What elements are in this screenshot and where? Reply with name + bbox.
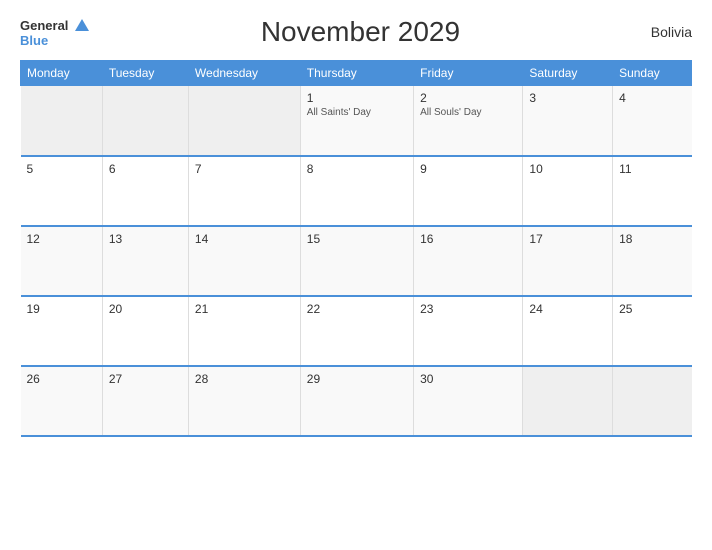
day-number: 13 (109, 232, 182, 246)
table-row: 17 (523, 226, 613, 296)
table-row: 25 (613, 296, 692, 366)
day-number: 8 (307, 162, 407, 176)
day-header-wednesday: Wednesday (188, 61, 300, 86)
day-number: 11 (619, 162, 685, 176)
table-row: 15 (300, 226, 413, 296)
day-number: 9 (420, 162, 516, 176)
week-row-3: 12 13 14 15 16 17 18 (21, 226, 692, 296)
table-row: 9 (414, 156, 523, 226)
table-row: 1 All Saints' Day (300, 86, 413, 156)
day-number: 29 (307, 372, 407, 386)
table-row: 27 (102, 366, 188, 436)
table-row: 22 (300, 296, 413, 366)
day-number: 20 (109, 302, 182, 316)
table-row: 8 (300, 156, 413, 226)
day-number: 3 (529, 91, 606, 105)
table-row: 11 (613, 156, 692, 226)
table-row: 5 (21, 156, 103, 226)
table-row: 18 (613, 226, 692, 296)
logo-blue-text: Blue (20, 34, 89, 47)
day-number: 17 (529, 232, 606, 246)
calendar-title: November 2029 (89, 16, 632, 48)
day-number: 18 (619, 232, 685, 246)
day-number: 26 (27, 372, 96, 386)
table-row: 29 (300, 366, 413, 436)
table-row: 6 (102, 156, 188, 226)
week-row-4: 19 20 21 22 23 24 25 (21, 296, 692, 366)
calendar-header-row: MondayTuesdayWednesdayThursdayFridaySatu… (21, 61, 692, 86)
table-row (523, 366, 613, 436)
day-header-thursday: Thursday (300, 61, 413, 86)
day-number: 14 (195, 232, 294, 246)
table-row: 21 (188, 296, 300, 366)
calendar-table: MondayTuesdayWednesdayThursdayFridaySatu… (20, 60, 692, 437)
table-row: 30 (414, 366, 523, 436)
calendar-body: 1 All Saints' Day 2 All Souls' Day 34 56789 10… (21, 86, 692, 436)
table-row: 26 (21, 366, 103, 436)
day-number: 23 (420, 302, 516, 316)
table-row: 4 (613, 86, 692, 156)
day-number: 10 (529, 162, 606, 176)
table-row: 2 All Souls' Day (414, 86, 523, 156)
day-number: 30 (420, 372, 516, 386)
day-number: 25 (619, 302, 685, 316)
days-of-week-row: MondayTuesdayWednesdayThursdayFridaySatu… (21, 61, 692, 86)
day-header-sunday: Sunday (613, 61, 692, 86)
logo-triangle-icon (75, 19, 89, 31)
country-label: Bolivia (632, 24, 692, 40)
week-row-5: 26 27 28 29 30 (21, 366, 692, 436)
day-number: 16 (420, 232, 516, 246)
day-number: 2 (420, 91, 516, 105)
day-header-saturday: Saturday (523, 61, 613, 86)
table-row: 10 (523, 156, 613, 226)
day-number: 1 (307, 91, 407, 105)
table-row: 24 (523, 296, 613, 366)
table-row: 7 (188, 156, 300, 226)
day-number: 27 (109, 372, 182, 386)
calendar-header: General Blue November 2029 Bolivia (20, 16, 692, 48)
table-row (188, 86, 300, 156)
table-row (21, 86, 103, 156)
table-row: 3 (523, 86, 613, 156)
table-row (613, 366, 692, 436)
day-number: 5 (27, 162, 96, 176)
day-header-monday: Monday (21, 61, 103, 86)
table-row (102, 86, 188, 156)
calendar-container: General Blue November 2029 Bolivia Monda… (0, 0, 712, 550)
day-number: 28 (195, 372, 294, 386)
logo: General Blue (20, 18, 89, 47)
table-row: 13 (102, 226, 188, 296)
day-number: 6 (109, 162, 182, 176)
table-row: 28 (188, 366, 300, 436)
day-number: 7 (195, 162, 294, 176)
table-row: 12 (21, 226, 103, 296)
logo-top: General (20, 18, 89, 34)
table-row: 20 (102, 296, 188, 366)
week-row-2: 56789 10 11 (21, 156, 692, 226)
table-row: 23 (414, 296, 523, 366)
table-row: 14 (188, 226, 300, 296)
holiday-label: All Saints' Day (307, 107, 407, 118)
day-number: 4 (619, 91, 685, 105)
day-header-friday: Friday (414, 61, 523, 86)
logo-general-text: General (20, 18, 68, 33)
day-number: 19 (27, 302, 96, 316)
day-header-tuesday: Tuesday (102, 61, 188, 86)
day-number: 24 (529, 302, 606, 316)
table-row: 19 (21, 296, 103, 366)
day-number: 15 (307, 232, 407, 246)
week-row-1: 1 All Saints' Day 2 All Souls' Day 34 (21, 86, 692, 156)
holiday-label: All Souls' Day (420, 107, 516, 118)
day-number: 21 (195, 302, 294, 316)
day-number: 12 (27, 232, 96, 246)
table-row: 16 (414, 226, 523, 296)
day-number: 22 (307, 302, 407, 316)
